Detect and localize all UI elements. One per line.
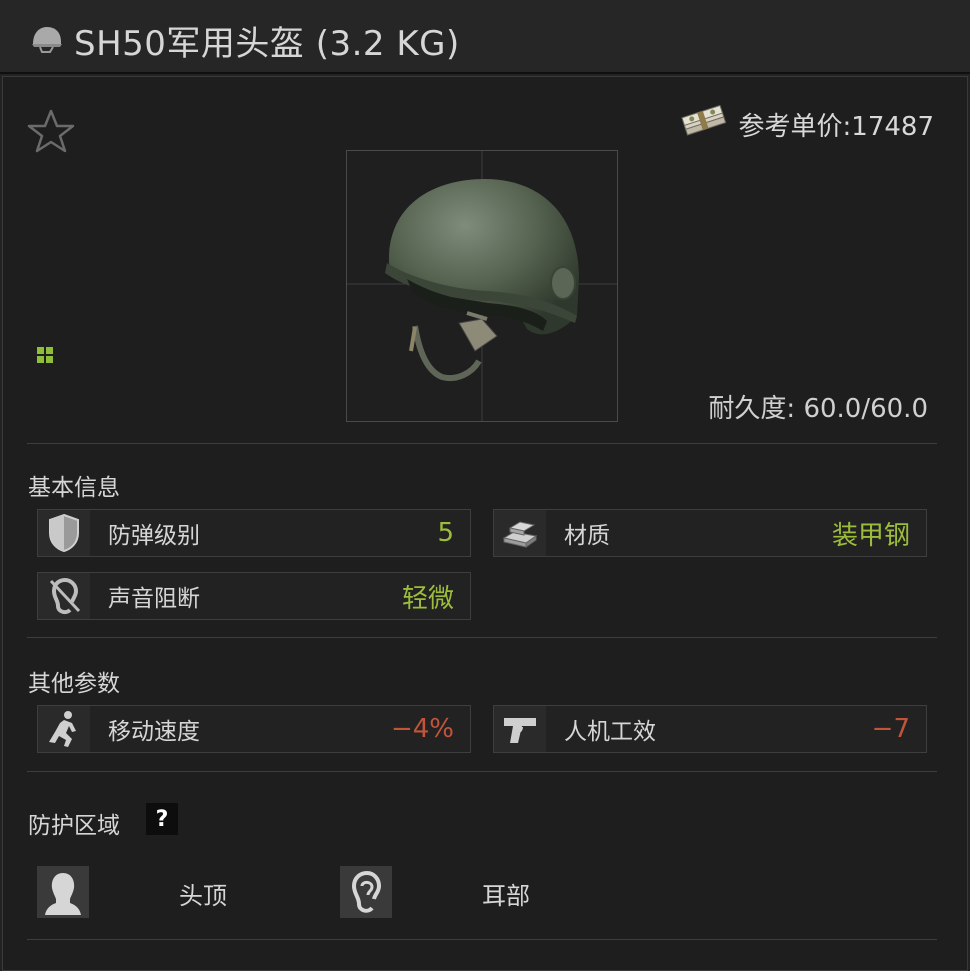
ear-blocked-icon bbox=[38, 573, 90, 619]
pistol-icon bbox=[494, 706, 546, 752]
steel-ingots-icon bbox=[494, 510, 546, 556]
zone-label-ear: 耳部 bbox=[482, 882, 530, 910]
title-bar: SH50军用头盔 (3.2 KG) bbox=[0, 0, 970, 74]
section-title-basic-info: 基本信息 bbox=[28, 475, 120, 501]
stat-label: 人机工效 bbox=[564, 719, 656, 745]
helmet-icon bbox=[32, 27, 62, 53]
stat-value: 装甲钢 bbox=[831, 520, 910, 551]
star-outline-icon[interactable] bbox=[26, 108, 76, 154]
item-title: SH50军用头盔 (3.2 KG) bbox=[74, 24, 460, 64]
stat-label: 移动速度 bbox=[108, 719, 200, 745]
stat-movement-speed: 移动速度 −4% bbox=[37, 705, 471, 753]
stat-material: 材质 装甲钢 bbox=[493, 509, 927, 557]
stat-label: 材质 bbox=[564, 523, 610, 549]
helmet-image bbox=[347, 151, 617, 421]
stat-ergonomics: 人机工效 −7 bbox=[493, 705, 927, 753]
stat-sound-blocking: 声音阻断 轻微 bbox=[37, 572, 471, 620]
shield-icon bbox=[38, 510, 90, 556]
ear-icon bbox=[340, 866, 392, 918]
divider bbox=[27, 637, 937, 638]
help-button[interactable]: ? bbox=[146, 803, 178, 835]
stat-label: 声音阻断 bbox=[108, 586, 200, 612]
divider bbox=[27, 771, 937, 772]
zone-label-head-top: 头顶 bbox=[179, 882, 227, 910]
stat-value: 轻微 bbox=[401, 583, 454, 614]
stat-label: 防弹级别 bbox=[108, 523, 200, 549]
divider bbox=[27, 443, 937, 444]
durability-label: 耐久度: 60.0/60.0 bbox=[708, 394, 928, 424]
stat-value: 5 bbox=[437, 518, 454, 548]
stat-armor-class: 防弹级别 5 bbox=[37, 509, 471, 557]
item-image-frame bbox=[346, 150, 618, 422]
price-label: 参考单价:17487 bbox=[738, 111, 934, 142]
section-title-protection: 防护区域 bbox=[28, 813, 120, 839]
grid-size-icon bbox=[37, 347, 53, 363]
stat-value: −7 bbox=[871, 714, 910, 744]
divider bbox=[27, 939, 937, 940]
stat-value: −4% bbox=[390, 714, 454, 744]
reference-price: 参考单价:17487 bbox=[680, 104, 934, 144]
head-silhouette-icon bbox=[37, 866, 89, 918]
money-bundle-icon bbox=[680, 105, 726, 136]
section-title-other-params: 其他参数 bbox=[28, 671, 120, 697]
running-soldier-icon bbox=[38, 706, 90, 752]
